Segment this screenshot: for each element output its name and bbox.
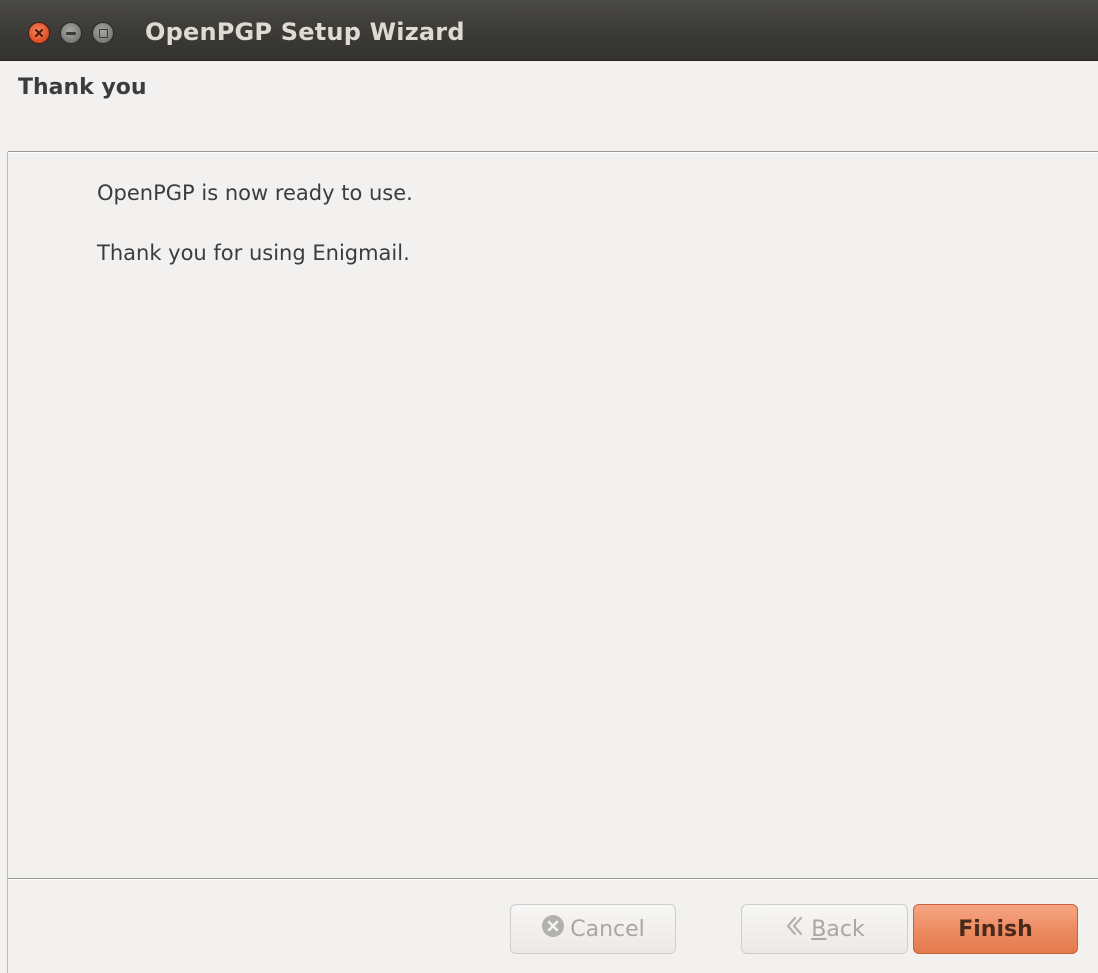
back-mnemonic: B (811, 916, 827, 942)
page-title: Thank you (18, 75, 147, 100)
window-title: OpenPGP Setup Wizard (145, 18, 465, 46)
maximize-icon[interactable] (92, 22, 114, 44)
finish-label: Finish (958, 916, 1033, 942)
cancel-label: Cancel (570, 916, 645, 942)
header-divider (8, 151, 1098, 152)
wizard-header: Thank you (0, 61, 1098, 151)
ready-message: OpenPGP is now ready to use. (97, 181, 413, 205)
footer-divider (8, 878, 1098, 879)
back-label-rest: ack (826, 916, 865, 942)
setup-wizard-window: OpenPGP Setup Wizard Thank you OpenPGP i… (0, 0, 1098, 973)
back-button[interactable]: Back (741, 904, 908, 954)
left-border (7, 152, 8, 973)
cancel-button[interactable]: Cancel (510, 904, 676, 954)
back-label: Back (811, 917, 864, 942)
title-bar[interactable]: OpenPGP Setup Wizard (0, 0, 1098, 61)
cancel-icon (541, 914, 565, 944)
minimize-icon[interactable] (60, 22, 82, 44)
thanks-message: Thank you for using Enigmail. (97, 241, 410, 265)
finish-button[interactable]: Finish (913, 904, 1078, 954)
back-arrow-icon (784, 914, 806, 944)
close-icon[interactable] (28, 22, 50, 44)
